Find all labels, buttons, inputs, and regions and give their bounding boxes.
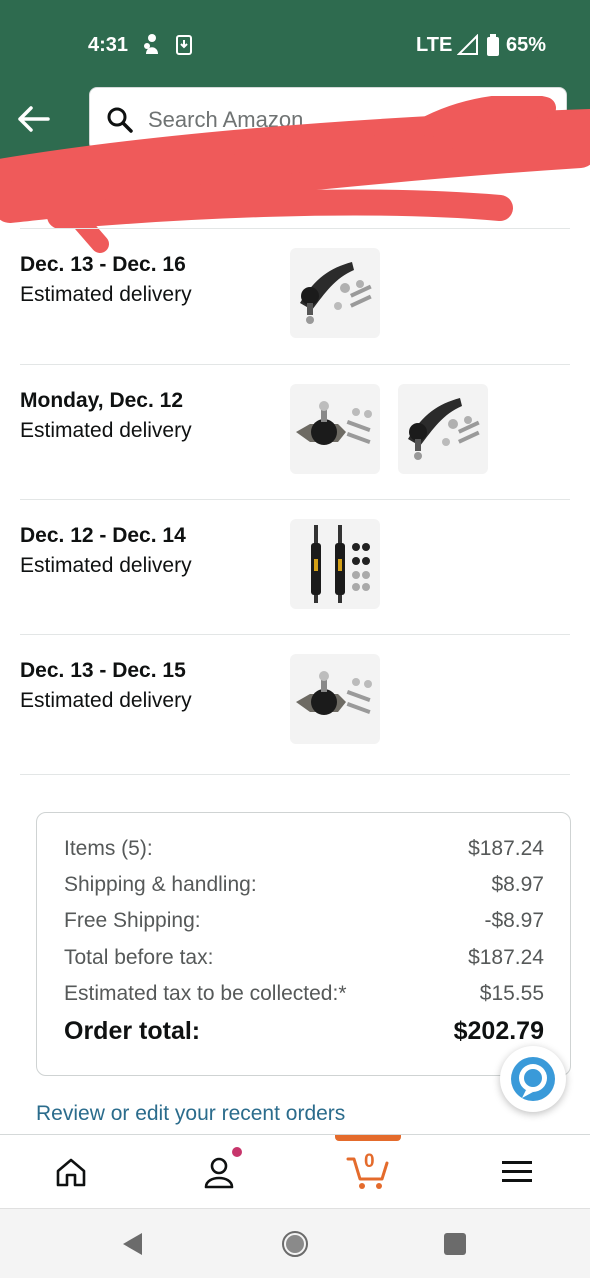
home-icon (56, 1158, 86, 1187)
delivery-group[interactable]: Dec. 13 - Dec. 16 Estimated delivery (20, 228, 570, 364)
alexa-button[interactable] (500, 1046, 566, 1112)
battery-percent: 65% (506, 34, 547, 56)
delivery-group[interactable]: Dec. 13 - Dec. 15 Estimated delivery (20, 634, 570, 774)
download-notification-icon (176, 35, 192, 55)
search-icon (107, 107, 133, 133)
ball-joint-arm-icon (408, 398, 480, 460)
ball-joint-arm-icon (300, 262, 372, 324)
summary-value: $8.97 (491, 873, 544, 896)
delivery-date: Dec. 13 - Dec. 15 (20, 659, 186, 682)
system-home-icon[interactable] (281, 1230, 309, 1258)
order-total-value: $202.79 (453, 1017, 544, 1045)
product-thumbnail-ball-joint-arm[interactable] (398, 384, 488, 474)
status-time: 4:31 (88, 34, 129, 56)
app-header: 4:31 LTE 65% Search Amazon (0, 0, 590, 162)
summary-label: Items (5): (64, 837, 153, 860)
summary-value: -$8.97 (484, 909, 544, 932)
delivery-date: Monday, Dec. 12 (20, 389, 183, 412)
system-back-icon[interactable] (120, 1231, 146, 1257)
status-bar: 4:31 LTE 65% (0, 0, 590, 90)
delivery-group[interactable]: Monday, Dec. 12 Estimated delivery (20, 364, 570, 500)
alexa-icon (511, 1057, 555, 1101)
product-thumbnail-shock-absorbers[interactable] (290, 519, 380, 609)
summary-label: Free Shipping: (64, 909, 201, 932)
search-input[interactable]: Search Amazon (148, 107, 303, 133)
signal-icon (457, 34, 478, 55)
nav-menu[interactable] (468, 1135, 568, 1209)
bottom-navigation: 0 (0, 1134, 590, 1208)
delivery-date: Dec. 12 - Dec. 14 (20, 524, 186, 547)
nav-cart[interactable]: 0 (318, 1135, 418, 1209)
search-bar[interactable]: Search Amazon (89, 87, 567, 151)
summary-value: $187.24 (468, 837, 544, 860)
nav-account[interactable] (170, 1135, 270, 1209)
camera-search-icon[interactable] (452, 108, 480, 132)
assistant-notification-icon (144, 34, 158, 54)
menu-icon (502, 1161, 532, 1182)
review-orders-link[interactable]: Review or edit your recent orders (36, 1102, 345, 1126)
product-thumbnail-ball-joint[interactable] (290, 654, 380, 744)
battery-icon (487, 34, 499, 56)
ball-joint-icon (296, 671, 372, 715)
system-recents-icon[interactable] (443, 1232, 467, 1256)
delivery-label: Estimated delivery (20, 689, 192, 712)
summary-value: $187.24 (468, 946, 544, 969)
notification-dot (232, 1147, 242, 1157)
order-summary-box: Items (5): $187.24 Shipping & handling: … (36, 812, 571, 1076)
back-arrow-icon[interactable] (16, 104, 50, 134)
delivery-label: Estimated delivery (20, 554, 192, 577)
summary-value: $15.55 (479, 982, 544, 1005)
system-navigation-bar (0, 1208, 590, 1278)
delivery-label: Estimated delivery (20, 283, 192, 306)
divider (20, 774, 570, 775)
summary-label: Total before tax: (64, 946, 214, 969)
delivery-label: Estimated delivery (20, 419, 192, 442)
summary-label: Estimated tax to be collected:* (64, 982, 347, 1005)
shock-absorber-icon (311, 525, 370, 603)
ball-joint-icon (296, 401, 372, 445)
delivery-date: Dec. 13 - Dec. 16 (20, 253, 186, 276)
cart-count: 0 (364, 1151, 375, 1172)
product-thumbnail-ball-joint[interactable] (290, 384, 380, 474)
product-thumbnail-ball-joint-arm[interactable] (290, 248, 380, 338)
order-total-label: Order total: (64, 1017, 201, 1045)
delivery-group[interactable]: Dec. 12 - Dec. 14 Estimated delivery (20, 499, 570, 635)
nav-home[interactable] (21, 1135, 121, 1209)
network-type: LTE (416, 34, 453, 56)
account-icon (204, 1157, 234, 1189)
summary-label: Shipping & handling: (64, 873, 257, 896)
microphone-icon[interactable] (522, 106, 542, 134)
